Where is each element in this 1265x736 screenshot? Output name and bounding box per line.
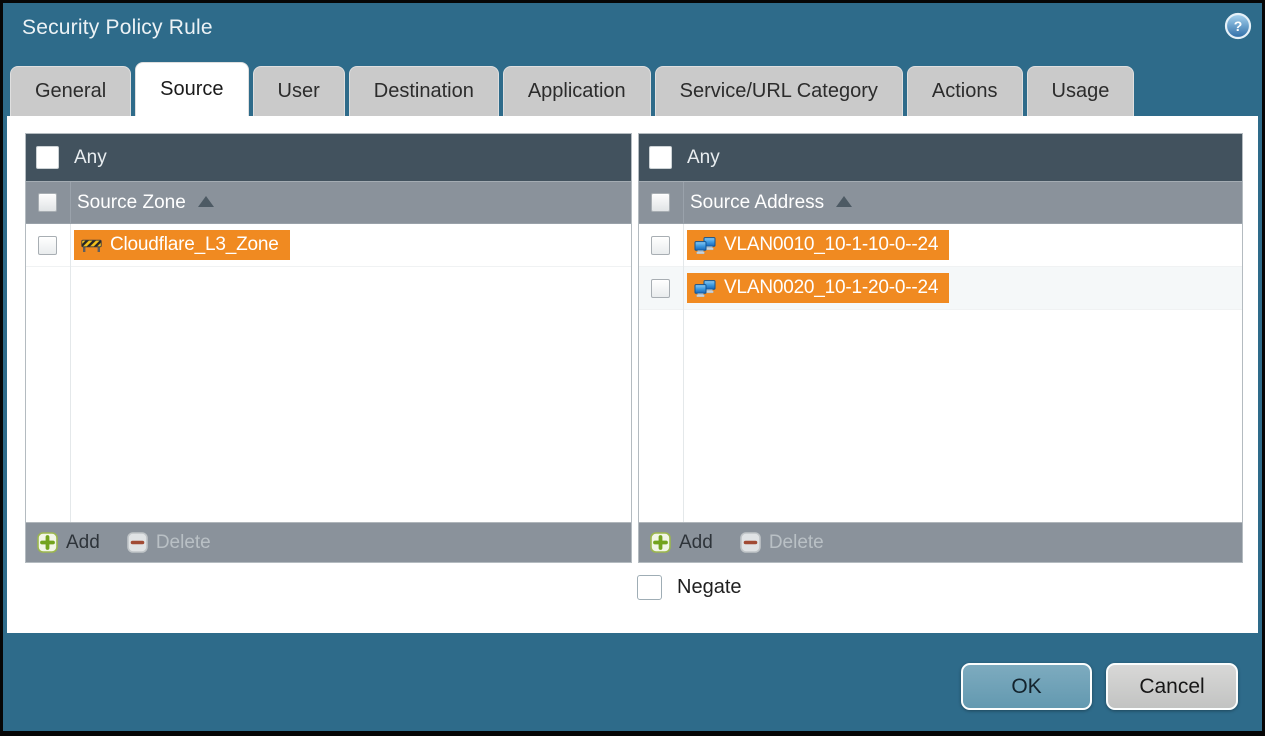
select-all-checkbox[interactable] [651, 193, 670, 212]
tab-source[interactable]: Source [135, 62, 249, 116]
negate-checkbox[interactable] [637, 575, 662, 600]
table-row[interactable]: Cloudflare_L3_Zone [26, 224, 631, 267]
column-header-label: Source Zone [77, 191, 186, 213]
table-row[interactable]: VLAN0010_10-1-10-0--24 [639, 224, 1242, 267]
delete-icon [740, 532, 761, 553]
address-object-tag: VLAN0010_10-1-10-0--24 [687, 230, 950, 260]
add-icon [650, 532, 671, 553]
add-button[interactable]: Add [37, 532, 100, 554]
column-header-label: Source Address [690, 191, 825, 213]
ok-button[interactable]: OK [961, 663, 1092, 710]
source-address-footer: Add Delete [639, 522, 1242, 562]
tab-service-url-category[interactable]: Service/URL Category [654, 66, 903, 116]
column-divider [683, 224, 684, 522]
zone-icon [81, 239, 102, 252]
negate-label: Negate [677, 576, 742, 598]
row-label: VLAN0010_10-1-10-0--24 [724, 234, 939, 255]
row-checkbox[interactable] [651, 278, 670, 298]
source-address-list: VLAN0010_10-1-10-0--24 VLAN0020_10-1-20-… [639, 224, 1242, 522]
help-icon[interactable]: ? [1224, 12, 1252, 40]
negate-row: Negate [637, 575, 742, 600]
source-zone-footer: Add Delete [26, 522, 631, 562]
cancel-button[interactable]: Cancel [1106, 663, 1238, 710]
security-policy-rule-dialog: Security Policy Rule ? General Source Us… [0, 0, 1265, 736]
source-address-panel: Any Source Address VLAN0010_10-1-10-0--2… [638, 133, 1243, 563]
tab-user[interactable]: User [252, 66, 345, 116]
delete-icon [127, 532, 148, 553]
tab-bar: General Source User Destination Applicat… [7, 62, 1258, 116]
delete-button[interactable]: Delete [740, 532, 824, 554]
row-checkbox[interactable] [651, 235, 670, 255]
tab-application[interactable]: Application [502, 66, 651, 116]
row-label: VLAN0020_10-1-20-0--24 [724, 277, 939, 298]
add-button[interactable]: Add [650, 532, 713, 554]
source-zone-any-header: Any [26, 134, 631, 181]
row-checkbox[interactable] [38, 235, 57, 255]
source-zone-panel: Any Source Zone Cloudflare_L3_Zone Add D… [25, 133, 632, 563]
column-divider [70, 182, 71, 223]
source-zone-column-header[interactable]: Source Zone [26, 181, 631, 224]
address-icon [694, 236, 716, 254]
any-checkbox[interactable] [36, 146, 59, 169]
select-all-checkbox[interactable] [38, 193, 57, 212]
table-row[interactable]: VLAN0020_10-1-20-0--24 [639, 267, 1242, 310]
delete-label: Delete [768, 531, 824, 553]
zone-object-tag: Cloudflare_L3_Zone [74, 230, 290, 260]
dialog-content: Any Source Zone Cloudflare_L3_Zone Add D… [7, 116, 1258, 633]
source-address-any-header: Any [639, 134, 1242, 181]
address-object-tag: VLAN0020_10-1-20-0--24 [687, 273, 950, 303]
column-divider [70, 224, 71, 522]
source-address-column-header[interactable]: Source Address [639, 181, 1242, 224]
sort-ascending-icon [836, 196, 853, 207]
column-divider [683, 182, 684, 223]
address-icon [694, 279, 716, 297]
add-label: Add [679, 531, 713, 553]
source-zone-list: Cloudflare_L3_Zone [26, 224, 631, 522]
add-label: Add [66, 531, 100, 553]
dialog-title: Security Policy Rule [22, 16, 213, 39]
any-checkbox[interactable] [649, 146, 672, 169]
sort-ascending-icon [197, 196, 214, 207]
svg-text:?: ? [1234, 18, 1243, 34]
delete-label: Delete [155, 531, 211, 553]
tab-general[interactable]: General [10, 66, 132, 116]
any-label: Any [687, 146, 720, 168]
any-label: Any [74, 146, 107, 168]
row-label: Cloudflare_L3_Zone [110, 234, 279, 255]
tab-destination[interactable]: Destination [348, 66, 499, 116]
tab-actions[interactable]: Actions [906, 66, 1023, 116]
add-icon [37, 532, 58, 553]
tab-usage[interactable]: Usage [1026, 66, 1135, 116]
delete-button[interactable]: Delete [127, 532, 211, 554]
